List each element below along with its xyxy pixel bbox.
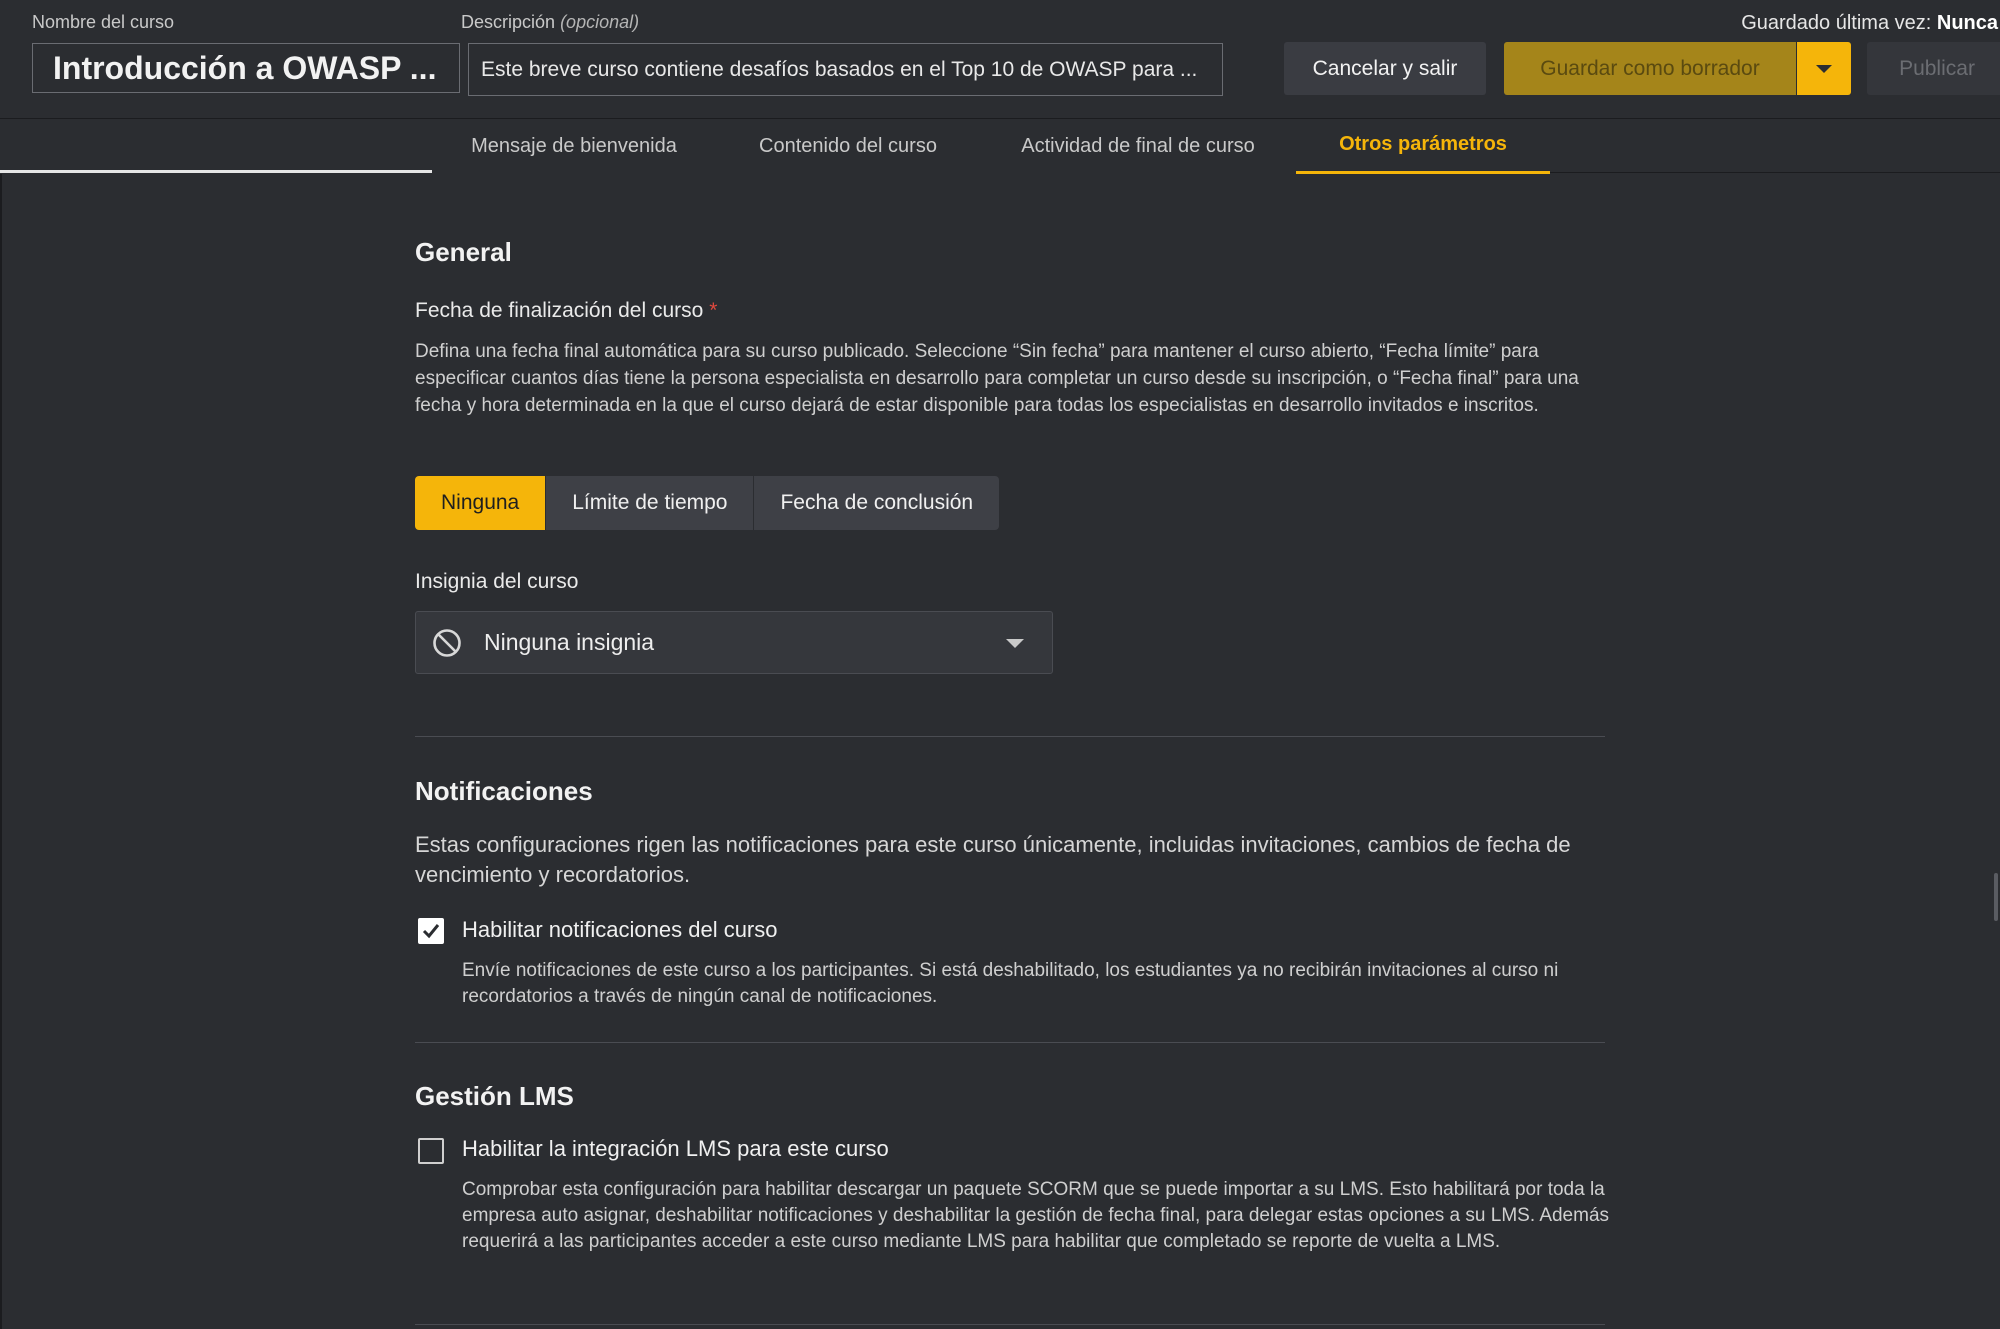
cancel-exit-label: Cancelar y salir — [1312, 56, 1458, 80]
section-divider — [415, 1042, 1605, 1043]
tab-course-content[interactable]: Contenido del curso — [716, 118, 980, 174]
badge-label: Insignia del curso — [415, 570, 579, 593]
no-symbol-icon — [433, 629, 461, 657]
tab-divider — [0, 170, 432, 173]
required-asterisk: * — [709, 299, 718, 322]
course-name-label-text: Nombre del curso — [32, 12, 175, 32]
badge-select-value: Ninguna insignia — [484, 629, 655, 655]
badge-select[interactable]: Ninguna insignia — [415, 611, 1053, 674]
enable-lms-label[interactable]: Habilitar la integración LMS para este c… — [462, 1136, 889, 1162]
tab-other-settings[interactable]: Otros parámetros — [1296, 118, 1550, 174]
last-saved-label: Guardado última vez: — [1741, 12, 1932, 34]
lms-section-title: Gestión LMS — [415, 1081, 574, 1111]
section-divider — [415, 736, 1605, 737]
enable-lms-description: Comprobar esta configuración para habili… — [462, 1179, 1610, 1252]
end-date-segmented-control: Ninguna Límite de tiempo Fecha de conclu… — [415, 476, 1000, 530]
save-options-dropdown-button[interactable] — [1797, 42, 1851, 95]
tab-label: Otros parámetros — [1339, 133, 1507, 155]
publish-button[interactable]: Publicar — [1867, 42, 2000, 95]
last-saved-value: Nunca — [1936, 12, 1998, 34]
tab-label: Contenido del curso — [759, 134, 937, 157]
course-name-value: Introducción a OWASP ... — [53, 49, 437, 86]
chevron-down-icon — [1816, 64, 1832, 73]
end-date-label: Fecha de finalización del curso * — [415, 299, 717, 323]
course-name-label: Nombre del curso — [32, 12, 174, 33]
general-section-title: General — [415, 237, 512, 267]
top-bar: Nombre del curso Descripción (opcional) … — [0, 0, 2000, 119]
option-end-date[interactable]: Fecha de conclusión — [753, 476, 1000, 530]
tab-bar: Mensaje de bienvenida Contenido del curs… — [0, 118, 2000, 174]
enable-lms-checkbox[interactable] — [418, 1138, 444, 1164]
tab-welcome-message[interactable]: Mensaje de bienvenida — [432, 118, 716, 174]
description-label-text: Descripción — [461, 12, 556, 32]
cancel-exit-button[interactable]: Cancelar y salir — [1284, 42, 1486, 95]
notifications-description: Estas configuraciones rigen las notifica… — [415, 832, 1571, 887]
option-time-limit[interactable]: Límite de tiempo — [545, 476, 754, 530]
description-value: Este breve curso contiene desafíos basad… — [481, 57, 1198, 81]
description-input[interactable]: Este breve curso contiene desafíos basad… — [468, 43, 1223, 96]
end-date-description: Defina una fecha final automática para s… — [415, 341, 1579, 416]
option-none[interactable]: Ninguna — [415, 476, 546, 530]
optional-tag: (opcional) — [560, 12, 640, 32]
enable-notifications-label[interactable]: Habilitar notificaciones del curso — [462, 917, 778, 943]
last-saved-status: Guardado última vez: Nunca — [1741, 12, 1998, 35]
notifications-section-title: Notificaciones — [415, 776, 593, 806]
scrollbar[interactable] — [1994, 873, 1998, 921]
chevron-down-icon — [1006, 639, 1024, 648]
save-draft-label: Guardar como borrador — [1540, 56, 1760, 80]
publish-label: Publicar — [1899, 56, 1975, 80]
tab-divider — [1550, 172, 2000, 173]
tab-label: Mensaje de bienvenida — [471, 134, 677, 157]
checkmark-icon — [422, 924, 440, 939]
save-draft-button[interactable]: Guardar como borrador — [1504, 42, 1796, 95]
enable-notifications-checkbox[interactable] — [418, 918, 444, 944]
tab-end-activity[interactable]: Actividad de final de curso — [980, 118, 1296, 174]
enable-notifications-description: Envíe notificaciones de este curso a los… — [462, 960, 1559, 1007]
course-name-input[interactable]: Introducción a OWASP ... — [32, 43, 460, 93]
section-divider — [415, 1324, 1605, 1325]
tab-label: Actividad de final de curso — [1021, 134, 1255, 157]
end-date-label-text: Fecha de finalización del curso — [415, 299, 704, 322]
description-label: Descripción (opcional) — [461, 12, 639, 33]
